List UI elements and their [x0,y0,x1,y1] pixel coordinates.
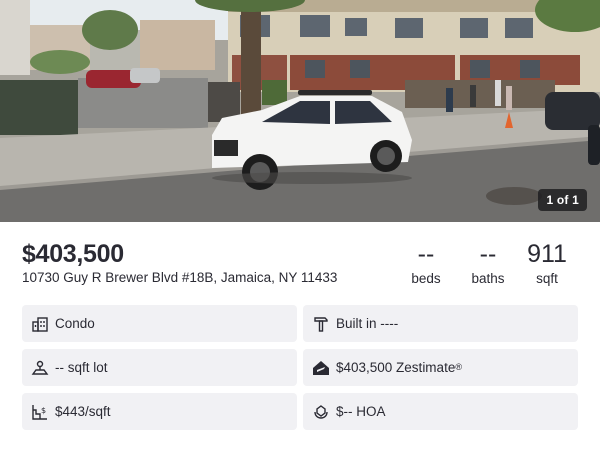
fact-zestimate[interactable]: $403,500 Zestimate ® [303,349,578,386]
lot-size-icon [31,359,49,377]
sqft-value: 911 [527,240,567,268]
fact-lot-size: -- sqft lot [22,349,297,386]
fact-zestimate-text: $403,500 Zestimate [336,360,456,375]
photo-counter-badge: 1 of 1 [538,189,587,211]
price-per-sqft-icon: $ [31,403,49,421]
beds-label: beds [411,271,441,286]
listing-address: 10730 Guy R Brewer Blvd #18B, Jamaica, N… [22,270,338,285]
building-icon [31,315,49,333]
listing-price: $403,500 [22,240,124,268]
hoa-icon [312,403,330,421]
baths-label: baths [471,271,505,286]
fact-price-per-sqft-text: $443/sqft [55,404,111,419]
baths-stat: -- baths [462,240,514,286]
sqft-stat: 911 sqft [526,240,568,286]
svg-text:$: $ [41,406,46,415]
beds-value: -- [417,240,435,268]
listing-summary: $403,500 10730 Guy R Brewer Blvd #18B, J… [0,222,600,302]
beds-stat: -- beds [402,240,450,286]
property-photo[interactable]: 1 of 1 [0,0,600,222]
baths-value: -- [479,240,497,268]
zestimate-house-icon [312,359,330,377]
registered-mark: ® [455,361,462,372]
fact-home-type-text: Condo [55,316,95,331]
fact-home-type: Condo [22,305,297,342]
hammer-icon [312,315,330,333]
fact-year-built: Built in ---- [303,305,578,342]
sqft-label: sqft [536,271,558,286]
fact-lot-size-text: -- sqft lot [55,360,108,375]
fact-hoa: $-- HOA [303,393,578,430]
fact-price-per-sqft: $ $443/sqft [22,393,297,430]
fact-hoa-text: $-- HOA [336,404,386,419]
fact-year-built-text: Built in ---- [336,316,399,331]
